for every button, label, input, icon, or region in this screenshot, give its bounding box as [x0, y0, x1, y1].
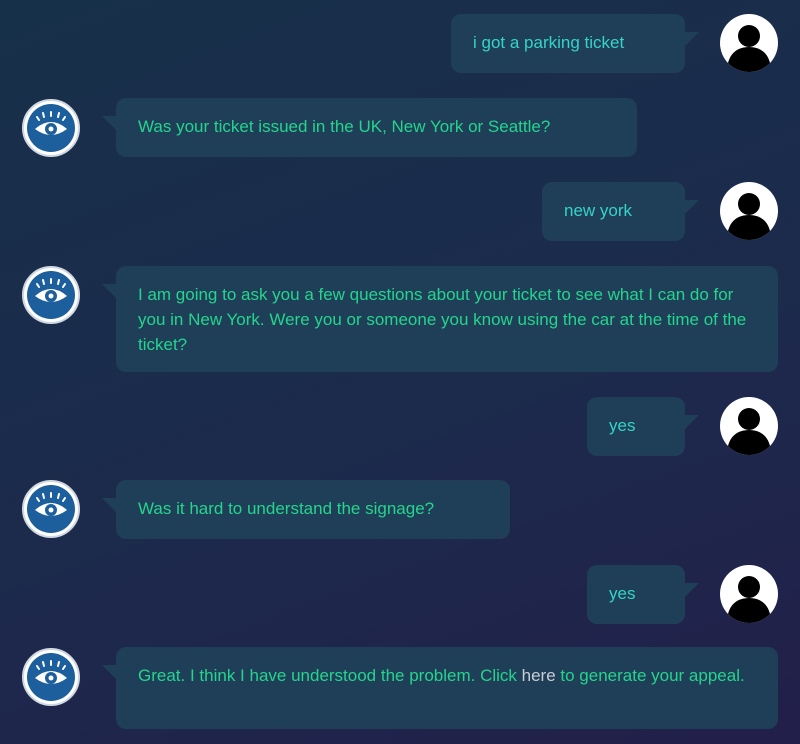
message-text: new york: [564, 201, 633, 220]
user-message: i got a parking ticket: [451, 14, 699, 73]
bot-avatar-icon: [22, 99, 80, 157]
message-text: I am going to ask you a few questions ab…: [138, 285, 747, 354]
message-text: yes: [609, 416, 636, 435]
message-text-before-link: Great. I think I have understood the pro…: [138, 666, 522, 685]
message-text-after-link: to generate your appeal.: [555, 666, 745, 685]
bot-avatar-icon: [22, 266, 80, 324]
bot-avatar-icon: [22, 480, 80, 538]
user-message: yes: [587, 397, 699, 456]
user-avatar-icon: [720, 565, 778, 623]
user-message: yes: [587, 565, 699, 624]
message-text: i got a parking ticket: [473, 33, 625, 52]
chat-transcript: i got a parking ticket Was your ticket i…: [0, 0, 800, 744]
bot-message: Was it hard to understand the signage?: [102, 480, 510, 539]
message-text: Was it hard to understand the signage?: [138, 499, 435, 518]
bot-message: Was your ticket issued in the UK, New Yo…: [102, 98, 637, 157]
user-avatar-icon: [720, 397, 778, 455]
bot-avatar-icon: [22, 648, 80, 706]
bot-message: I am going to ask you a few questions ab…: [102, 266, 778, 372]
message-text: Was your ticket issued in the UK, New Yo…: [138, 117, 551, 136]
user-avatar-icon: [720, 14, 778, 72]
user-avatar-icon: [720, 182, 778, 240]
message-text: yes: [609, 584, 636, 603]
user-message: new york: [542, 182, 699, 241]
generate-appeal-link[interactable]: here: [522, 666, 556, 685]
bot-message: Great. I think I have understood the pro…: [102, 647, 778, 729]
